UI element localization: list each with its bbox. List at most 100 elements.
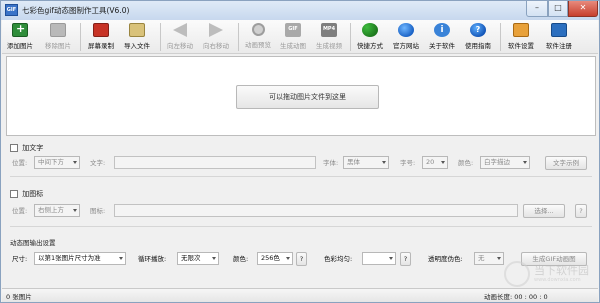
toolbar-separator — [238, 23, 239, 51]
text-content-label: 文字: — [90, 159, 106, 167]
add-icon-label: 加图标 — [22, 190, 44, 198]
font-size-select[interactable]: 20 — [422, 156, 448, 169]
animation-length-label: 动画长度: — [484, 293, 513, 301]
icon-file-input[interactable] — [114, 204, 518, 217]
font-size-value: 20 — [426, 158, 435, 166]
icon-help-button[interactable]: ? — [575, 204, 587, 218]
icon-file-label: 图标: — [90, 207, 106, 215]
user-guide-button[interactable]: ? 使用指南 — [462, 21, 494, 53]
image-drop-area[interactable]: 可以拖动图片文件到这里 — [6, 56, 596, 136]
output-color-label: 颜色: — [233, 255, 249, 263]
watermark-text: 当下软件园 — [534, 264, 589, 277]
chevron-down-icon — [119, 257, 123, 260]
arrow-right-icon — [209, 23, 223, 37]
icon-position-value: 右侧上方 — [38, 206, 64, 214]
text-content-input[interactable] — [114, 156, 316, 169]
move-right-button[interactable]: 向右移动 — [200, 21, 232, 53]
move-left-label: 向左移动 — [167, 42, 193, 50]
shortcut-label: 快捷方式 — [357, 42, 383, 50]
mp4-icon: MP4 — [321, 23, 337, 37]
toolbar-separator — [350, 23, 351, 51]
chevron-down-icon — [73, 161, 77, 164]
animation-preview-label: 动画预览 — [245, 41, 271, 49]
transparent-select[interactable]: 无 — [474, 252, 504, 265]
remove-image-button[interactable]: 移除图片 — [43, 21, 73, 53]
text-color-select[interactable]: 白字描边 — [480, 156, 530, 169]
loop-select[interactable]: 无限次 — [177, 252, 219, 265]
magnifier-icon — [251, 23, 265, 36]
add-image-button[interactable]: 添加图片 — [5, 21, 35, 53]
register-label: 软件注册 — [546, 42, 572, 50]
icon-position-label: 位置: — [12, 207, 28, 215]
app-icon: GIF — [5, 4, 18, 16]
animation-preview-button[interactable]: 动画预览 — [242, 21, 274, 53]
register-button[interactable]: 软件注册 — [542, 21, 576, 53]
color-uniform-label: 色彩均匀: — [324, 255, 353, 263]
text-position-value: 中间下方 — [38, 158, 64, 166]
chevron-down-icon — [523, 161, 527, 164]
move-right-label: 向右移动 — [203, 42, 229, 50]
site-watermark: 当下软件园 www.downxia.com — [504, 259, 598, 291]
web-icon — [398, 23, 414, 37]
text-preview-button[interactable]: 文字示例 — [545, 156, 587, 170]
transparent-label: 透明度伪色: — [428, 255, 463, 263]
text-position-select[interactable]: 中间下方 — [34, 156, 80, 169]
generate-video-button[interactable]: MP4 生成视频 — [313, 21, 345, 53]
color-help-button[interactable]: ? — [296, 252, 307, 266]
loop-value: 无限次 — [181, 254, 201, 262]
add-text-checkbox-row[interactable]: 加文字 — [10, 143, 43, 153]
import-file-button[interactable]: 导入文件 — [121, 21, 153, 53]
text-color-value: 白字描边 — [484, 158, 510, 166]
output-color-value: 256色 — [261, 254, 280, 262]
user-guide-label: 使用指南 — [465, 42, 491, 50]
shortcut-icon — [362, 23, 378, 37]
settings-button[interactable]: 软件设置 — [504, 21, 538, 53]
add-image-icon — [12, 22, 28, 37]
icon-position-select[interactable]: 右侧上方 — [34, 204, 80, 217]
settings-icon — [513, 23, 529, 37]
output-color-select[interactable]: 256色 — [257, 252, 293, 265]
about-label: 关于软件 — [429, 42, 455, 50]
chevron-down-icon — [212, 257, 216, 260]
drop-hint-button[interactable]: 可以拖动图片文件到这里 — [236, 85, 379, 109]
import-file-label: 导入文件 — [124, 42, 150, 50]
output-size-label: 尺寸: — [12, 255, 28, 263]
add-image-label: 添加图片 — [7, 42, 33, 50]
title-bar[interactable]: GIF 七彩色gif动态图制作工具(V6.0) – □ ✕ — [1, 1, 599, 20]
loop-label: 循环播放: — [138, 255, 167, 263]
info-icon: i — [434, 23, 450, 37]
section-divider — [10, 226, 592, 227]
minimize-button[interactable]: – — [526, 1, 548, 17]
generate-gif-label: 生成动图 — [280, 42, 306, 50]
toolbar-separator — [500, 23, 501, 51]
text-position-label: 位置: — [12, 159, 28, 167]
generate-video-label: 生成视频 — [316, 42, 342, 50]
toolbar-separator — [160, 23, 161, 51]
choose-icon-button[interactable]: 选择... — [523, 204, 565, 218]
app-window: GIF 七彩色gif动态图制作工具(V6.0) – □ ✕ 添加图片 移除图片 … — [0, 0, 600, 303]
arrow-left-icon — [173, 23, 187, 37]
move-left-button[interactable]: 向左移动 — [164, 21, 196, 53]
font-select[interactable]: 黑体 — [343, 156, 389, 169]
output-size-select[interactable]: 以第1张图片尺寸为准 — [34, 252, 126, 265]
watermark-url: www.downxia.com — [534, 277, 581, 283]
transparent-value: 无 — [478, 254, 485, 262]
animation-length-value: 00 : 00 : 0 — [514, 293, 548, 301]
add-text-checkbox[interactable] — [10, 144, 18, 152]
maximize-button[interactable]: □ — [548, 1, 568, 17]
close-button[interactable]: ✕ — [568, 1, 598, 17]
chevron-down-icon — [73, 209, 77, 212]
color-uniform-select[interactable] — [362, 252, 396, 265]
generate-gif-button[interactable]: GIF 生成动图 — [277, 21, 309, 53]
add-icon-checkbox-row[interactable]: 加图标 — [10, 189, 43, 199]
font-value: 黑体 — [347, 158, 360, 166]
about-button[interactable]: i 关于软件 — [426, 21, 458, 53]
official-website-button[interactable]: 官方网站 — [390, 21, 422, 53]
text-color-label: 颜色: — [458, 159, 474, 167]
uniform-help-button[interactable]: ? — [400, 252, 411, 266]
add-icon-checkbox[interactable] — [10, 190, 18, 198]
shortcut-button[interactable]: 快捷方式 — [354, 21, 386, 53]
gif-icon: GIF — [285, 23, 301, 37]
screen-record-button[interactable]: 屏幕录制 — [85, 21, 117, 53]
watermark-logo-icon — [504, 261, 530, 287]
